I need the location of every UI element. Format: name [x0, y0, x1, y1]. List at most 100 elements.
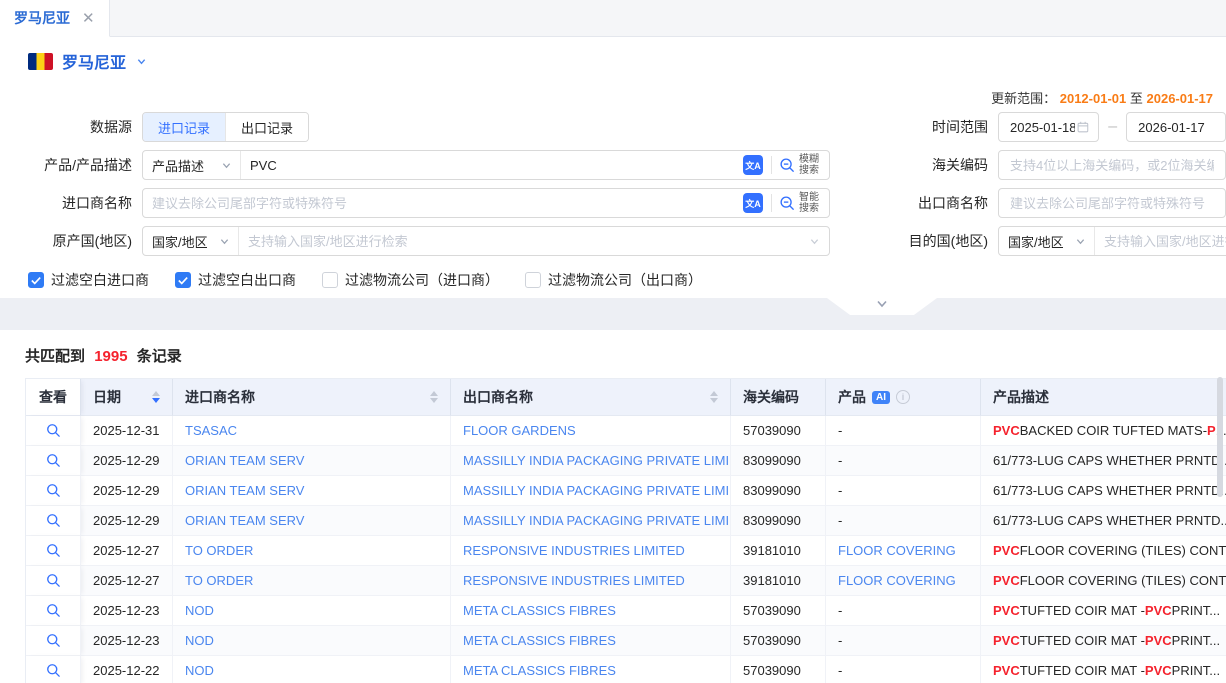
filter-row-4: 原产国(地区) 国家/地区 目的国(地区) 国家/地区 [0, 226, 1226, 256]
tab-romania[interactable]: 罗马尼亚 ✕ [0, 0, 110, 37]
checkbox-label: 过滤空白进口商 [51, 270, 149, 290]
product-input-group: 产品描述 文A 模糊搜索 [142, 150, 830, 180]
dest-country-select[interactable]: 国家/地区 [999, 227, 1095, 255]
hs-code-input[interactable] [998, 150, 1226, 180]
description-cell: PVC TUFTED COIR MAT - PVC PRINT... [981, 656, 1226, 683]
exporter-field[interactable] [1008, 195, 1216, 212]
filter-checkbox[interactable]: 过滤物流公司（出口商） [525, 270, 702, 290]
column-header-date[interactable]: 日期 [81, 379, 173, 416]
exporter-link[interactable]: META CLASSICS FIBRES [463, 603, 616, 618]
exporter-link[interactable]: META CLASSICS FIBRES [463, 663, 616, 678]
view-record-button[interactable] [26, 656, 81, 683]
results-count: 1995 [94, 348, 127, 365]
sort-control-date[interactable] [144, 391, 160, 403]
filter-checkbox[interactable]: 过滤空白出口商 [175, 270, 296, 290]
translate-icon[interactable]: 文A [743, 193, 763, 213]
importer-link[interactable]: NOD [185, 633, 214, 648]
exporter-link[interactable]: RESPONSIVE INDUSTRIES LIMITED [463, 573, 685, 588]
product-type-select[interactable]: 产品描述 [143, 151, 241, 179]
fuzzy-search-button[interactable]: 模糊搜索 [772, 154, 829, 176]
translate-icon[interactable]: 文A [743, 155, 763, 175]
importer-input[interactable] [143, 196, 739, 211]
exporter-link[interactable]: META CLASSICS FIBRES [463, 633, 616, 648]
date-from-value[interactable] [1008, 119, 1077, 136]
column-header-importer[interactable]: 进口商名称 [173, 379, 451, 416]
date-from-input[interactable] [998, 112, 1099, 142]
highlighted-term: PVC [993, 633, 1020, 648]
view-record-button[interactable] [26, 476, 81, 506]
exporter-link[interactable]: MASSILLY INDIA PACKAGING PRIVATE LIMI... [463, 513, 731, 528]
hs-code-field[interactable] [1008, 157, 1216, 174]
origin-country-input[interactable] [239, 234, 804, 249]
results-table: 查看 日期 进口商名称 出口商名称 海关编码 [25, 378, 1226, 683]
view-record-button[interactable] [26, 566, 81, 596]
view-record-button[interactable] [26, 506, 81, 536]
date-to-value[interactable] [1136, 119, 1216, 136]
view-record-button[interactable] [26, 596, 81, 626]
exporter-link[interactable]: MASSILLY INDIA PACKAGING PRIVATE LIMI... [463, 453, 731, 468]
date-cell: 2025-12-29 [81, 446, 173, 476]
collapse-panel-button[interactable] [827, 298, 937, 315]
smart-search-button[interactable]: 智能搜索 [772, 192, 829, 214]
description-cell: PVC FLOOR COVERING (TILES) CONT... [981, 536, 1226, 566]
exporter-link[interactable]: MASSILLY INDIA PACKAGING PRIVATE LIMI... [463, 483, 731, 498]
importer-link[interactable]: NOD [185, 603, 214, 618]
column-header-hs-code: 海关编码 [731, 379, 826, 416]
table-row: 2025-12-22NODMETA CLASSICS FIBRES5703909… [26, 656, 1226, 683]
sort-control-exporter[interactable] [702, 391, 718, 403]
view-record-button[interactable] [26, 446, 81, 476]
product-input[interactable] [241, 158, 739, 173]
filter-checkbox-row: 过滤空白进口商 过滤空白出口商 过滤物流公司（进口商） 过滤物流公司（出口商） [0, 270, 1226, 290]
data-source-export-option[interactable]: 出口记录 [225, 113, 308, 141]
importer-link[interactable]: ORIAN TEAM SERV [185, 453, 304, 468]
checkbox-icon[interactable] [175, 272, 191, 288]
importer-link[interactable]: TO ORDER [185, 543, 253, 558]
importer-link[interactable]: TSASAC [185, 423, 237, 438]
checkbox-label: 过滤空白出口商 [198, 270, 296, 290]
checkbox-icon[interactable] [525, 272, 541, 288]
tab-bar: 罗马尼亚 ✕ [0, 0, 1226, 37]
vertical-scrollbar[interactable] [1217, 377, 1223, 497]
date-cell: 2025-12-22 [81, 656, 173, 683]
product-link[interactable]: FLOOR COVERING [838, 573, 956, 588]
importer-cell: ORIAN TEAM SERV [173, 506, 451, 536]
dest-country-input[interactable] [1095, 234, 1226, 249]
dest-country-label: 目的国(地区) [830, 231, 998, 251]
origin-country-select[interactable]: 国家/地区 [143, 227, 239, 255]
importer-link[interactable]: TO ORDER [185, 573, 253, 588]
highlighted-term: PVC [1145, 603, 1172, 618]
country-chevron-down-icon[interactable] [137, 57, 146, 66]
filter-checkbox[interactable]: 过滤物流公司（进口商） [322, 270, 499, 290]
date-cell: 2025-12-23 [81, 626, 173, 656]
view-record-button[interactable] [26, 536, 81, 566]
importer-cell: NOD [173, 596, 451, 626]
exporter-input[interactable] [998, 188, 1226, 218]
table-header: 查看 日期 进口商名称 出口商名称 海关编码 [26, 379, 1226, 416]
exporter-link[interactable]: FLOOR GARDENS [463, 423, 576, 438]
exporter-link[interactable]: RESPONSIVE INDUSTRIES LIMITED [463, 543, 685, 558]
checkbox-icon[interactable] [28, 272, 44, 288]
data-source-import-option[interactable]: 进口记录 [143, 113, 225, 141]
column-header-exporter[interactable]: 出口商名称 [451, 379, 731, 416]
exporter-cell: MASSILLY INDIA PACKAGING PRIVATE LIMI... [451, 446, 731, 476]
view-record-button[interactable] [26, 416, 81, 446]
sort-control-importer[interactable] [422, 391, 438, 403]
select-chevron-down-icon [1076, 237, 1085, 246]
importer-link[interactable]: ORIAN TEAM SERV [185, 483, 304, 498]
importer-link[interactable]: ORIAN TEAM SERV [185, 513, 304, 528]
checkbox-label: 过滤物流公司（出口商） [548, 270, 702, 290]
importer-cell: NOD [173, 626, 451, 656]
calendar-icon[interactable] [1077, 120, 1089, 134]
date-to-input[interactable] [1126, 112, 1226, 142]
filter-checkbox[interactable]: 过滤空白进口商 [28, 270, 149, 290]
view-record-button[interactable] [26, 626, 81, 656]
table-row: 2025-12-29 ORIAN TEAM SERV MASSILLY INDIA … [26, 446, 1226, 476]
tab-close-icon[interactable]: ✕ [82, 11, 95, 26]
importer-label: 进口商名称 [0, 193, 142, 213]
product-link[interactable]: FLOOR COVERING [838, 543, 956, 558]
info-icon[interactable]: i [896, 390, 910, 404]
page-header: 罗马尼亚 [0, 37, 1226, 85]
importer-link[interactable]: NOD [185, 663, 214, 678]
date-cell: 2025-12-29 [81, 506, 173, 536]
checkbox-icon[interactable] [322, 272, 338, 288]
